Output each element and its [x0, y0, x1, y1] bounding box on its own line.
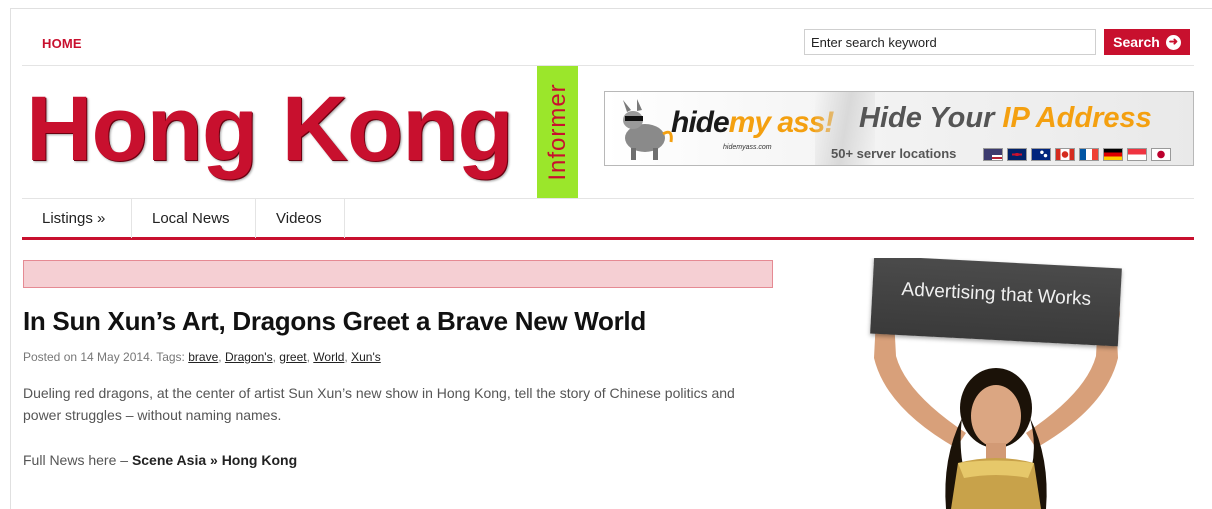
home-link[interactable]: HOME	[42, 36, 82, 51]
tag-link[interactable]: Dragon's	[225, 350, 273, 364]
top-bar: HOME Search ➜	[22, 22, 1194, 66]
search-button[interactable]: Search ➜	[1104, 29, 1190, 55]
tag-link[interactable]: greet	[279, 350, 306, 364]
nav-item-videos[interactable]: Videos	[256, 199, 345, 238]
uk-flag-icon	[1007, 148, 1027, 161]
side-ad[interactable]: Advertising that Works	[846, 258, 1146, 509]
banner-headline-prefix: Hide Your	[859, 102, 995, 134]
post-meta: Posted on 14 May 2014. Tags: brave, Drag…	[23, 350, 381, 364]
jp-flag-icon	[1151, 148, 1171, 161]
tag-link[interactable]: Xun's	[351, 350, 381, 364]
nav-item-local-news[interactable]: Local News	[132, 199, 256, 238]
fr-flag-icon	[1079, 148, 1099, 161]
post-source-prefix: Full News here –	[23, 452, 129, 468]
nav-item-listings[interactable]: Listings »	[22, 199, 132, 238]
ca-flag-icon	[1055, 148, 1075, 161]
advertising-sign-text: Advertising that Works	[901, 279, 1092, 310]
banner-ad[interactable]: hidemy ass! hidemyass.com Hide Your IP A…	[604, 91, 1194, 166]
advertising-sign: Advertising that Works	[870, 258, 1122, 347]
au-flag-icon	[1031, 148, 1051, 161]
banner-domain: hidemyass.com	[723, 144, 772, 151]
post-source: Full News here – Scene Asia » Hong Kong	[23, 452, 297, 468]
tag-link[interactable]: brave	[188, 350, 218, 364]
logo-badge: Informer	[537, 66, 578, 198]
banner-headline-accent: IP Address	[1002, 102, 1152, 134]
banner-subline: 50+ server locations	[831, 146, 957, 161]
sg-flag-icon	[1127, 148, 1147, 161]
logo-title: Hong Kong	[26, 78, 514, 180]
post-date: Posted on 14 May 2014. Tags:	[23, 350, 185, 364]
post-source-link[interactable]: Scene Asia » Hong Kong	[132, 452, 297, 468]
banner-brand: hidemy ass!	[671, 106, 834, 140]
donkey-mascot-icon	[623, 99, 673, 160]
search-input[interactable]	[804, 29, 1096, 55]
logo-badge-text: Informer	[543, 83, 571, 181]
de-flag-icon	[1103, 148, 1123, 161]
main-nav: Listings » Local News Videos	[22, 198, 1194, 240]
site-logo[interactable]: Hong Kong Informer	[22, 66, 582, 198]
banner-brand-main: hide	[671, 106, 730, 139]
tag-link[interactable]: World	[313, 350, 344, 364]
banner-headline: Hide Your IP Address	[859, 102, 1152, 135]
search-button-label: Search	[1113, 34, 1160, 50]
post-title[interactable]: In Sun Xun’s Art, Dragons Greet a Brave …	[23, 306, 646, 337]
post-excerpt: Dueling red dragons, at the center of ar…	[23, 385, 735, 423]
us-flag-icon	[983, 148, 1003, 161]
arrow-circle-right-icon: ➜	[1165, 34, 1181, 50]
notice-bar	[23, 260, 773, 288]
flag-list	[983, 148, 1171, 161]
